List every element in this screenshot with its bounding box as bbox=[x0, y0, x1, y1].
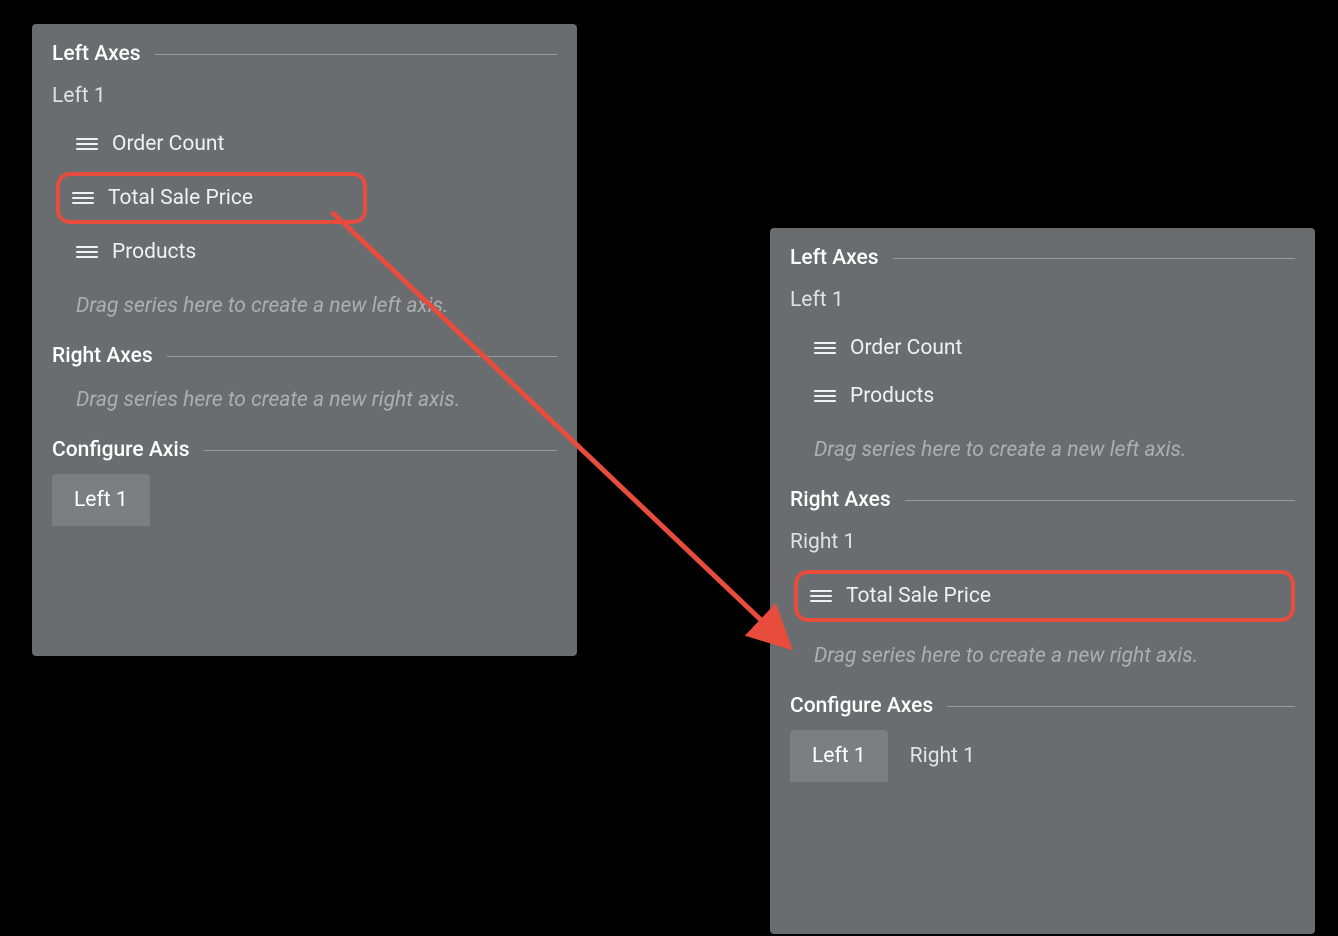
tab-left1[interactable]: Left 1 bbox=[52, 474, 150, 526]
series-label: Order Count bbox=[112, 132, 224, 156]
configure-axes-header-label: Configure Axes bbox=[790, 694, 933, 718]
left-axes-header-label: Left Axes bbox=[52, 42, 141, 66]
series-label: Total Sale Price bbox=[108, 186, 253, 210]
drag-handle-icon[interactable] bbox=[814, 339, 836, 357]
left-axis-name: Left 1 bbox=[770, 276, 1315, 320]
divider bbox=[204, 450, 557, 451]
divider bbox=[947, 706, 1295, 707]
series-label: Total Sale Price bbox=[846, 584, 991, 608]
left-axis-dropzone[interactable]: Drag series here to create a new left ax… bbox=[770, 424, 1315, 482]
series-item-order-count[interactable]: Order Count bbox=[66, 124, 557, 164]
series-label: Products bbox=[112, 240, 196, 264]
tab-right1[interactable]: Right 1 bbox=[888, 730, 997, 782]
left-axis-dropzone[interactable]: Drag series here to create a new left ax… bbox=[32, 280, 577, 338]
drag-handle-icon[interactable] bbox=[76, 135, 98, 153]
configure-axis-header: Configure Axis bbox=[32, 432, 577, 468]
series-item-total-sale-price-highlighted[interactable]: Total Sale Price bbox=[56, 172, 367, 224]
divider bbox=[155, 54, 557, 55]
right-axes-header: Right Axes bbox=[770, 482, 1315, 518]
right-axis-dropzone[interactable]: Drag series here to create a new right a… bbox=[770, 630, 1315, 688]
drag-handle-icon[interactable] bbox=[810, 587, 832, 605]
drag-handle-icon[interactable] bbox=[72, 189, 94, 207]
right-axes-header: Right Axes bbox=[32, 338, 577, 374]
right-axes-header-label: Right Axes bbox=[52, 344, 153, 368]
left-axes-header: Left Axes bbox=[770, 240, 1315, 276]
axes-panel-before: Left Axes Left 1 Order Count Total Sale … bbox=[32, 24, 577, 656]
series-item-total-sale-price-highlighted[interactable]: Total Sale Price bbox=[794, 570, 1295, 622]
series-label: Products bbox=[850, 384, 934, 408]
configure-axis-header-label: Configure Axis bbox=[52, 438, 190, 462]
tab-left1[interactable]: Left 1 bbox=[790, 730, 888, 782]
left-axes-header-label: Left Axes bbox=[790, 246, 879, 270]
series-label: Order Count bbox=[850, 336, 962, 360]
configure-axes-tabs: Left 1 Right 1 bbox=[770, 724, 1315, 782]
divider bbox=[893, 258, 1295, 259]
left-axes-header: Left Axes bbox=[32, 36, 577, 72]
right-axis-dropzone[interactable]: Drag series here to create a new right a… bbox=[32, 374, 577, 432]
drag-handle-icon[interactable] bbox=[814, 387, 836, 405]
divider bbox=[905, 500, 1295, 501]
right-axis-name: Right 1 bbox=[770, 518, 1315, 562]
configure-axis-tabs: Left 1 bbox=[32, 468, 577, 526]
drag-handle-icon[interactable] bbox=[76, 243, 98, 261]
configure-axes-header: Configure Axes bbox=[770, 688, 1315, 724]
series-item-order-count[interactable]: Order Count bbox=[804, 328, 1295, 368]
axes-panel-after: Left Axes Left 1 Order Count Products Dr… bbox=[770, 228, 1315, 934]
divider bbox=[167, 356, 557, 357]
series-item-products[interactable]: Products bbox=[804, 376, 1295, 416]
left-axis-name: Left 1 bbox=[32, 72, 577, 116]
right-axes-header-label: Right Axes bbox=[790, 488, 891, 512]
series-item-products[interactable]: Products bbox=[66, 232, 557, 272]
